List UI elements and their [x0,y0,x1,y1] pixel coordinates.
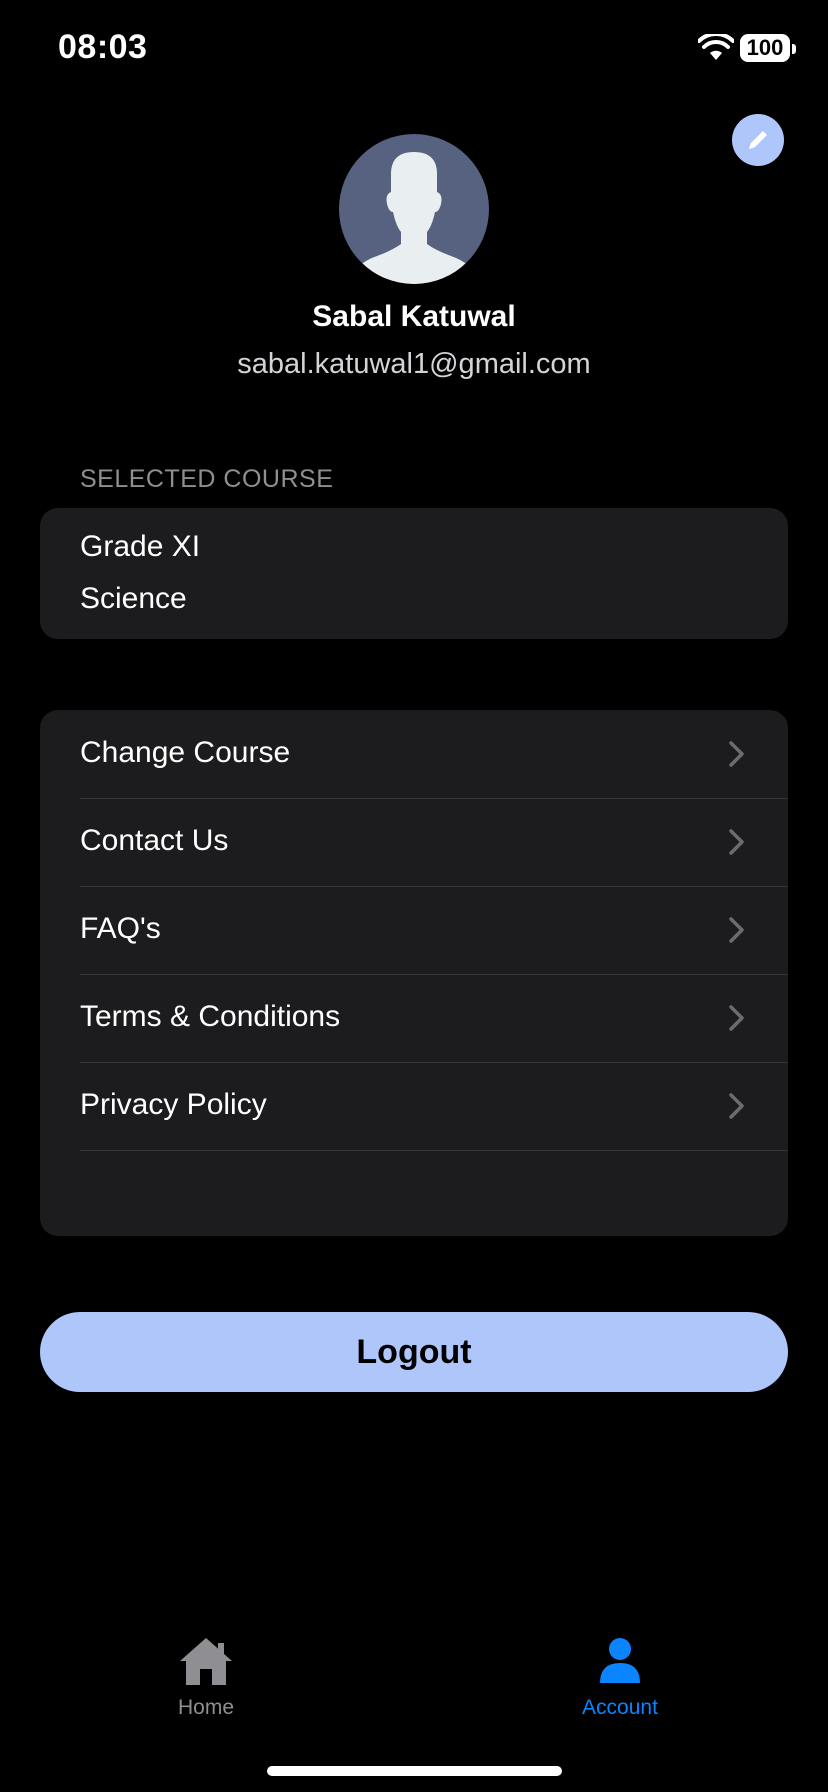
selected-course-card: Grade XI Science [40,508,788,639]
course-stream: Science [80,582,187,615]
menu-item-label: Privacy Policy [80,1088,267,1121]
battery-indicator: 100 [740,34,790,62]
chevron-right-icon [729,741,744,767]
chevron-right-icon [729,829,744,855]
profile-name: Sabal Katuwal [312,300,516,333]
person-icon [600,1638,640,1683]
menu-item-terms-conditions[interactable]: Terms & Conditions [40,974,788,1062]
course-grade: Grade XI [80,530,201,563]
logout-button[interactable]: Logout [40,1312,788,1392]
house-icon [180,1638,232,1685]
menu-item-change-course[interactable]: Change Course [40,710,788,798]
menu-item-contact-us[interactable]: Contact Us [40,798,788,886]
menu-item-label: Terms & Conditions [80,1000,341,1033]
menu-divider [80,1150,788,1151]
home-indicator [267,1766,562,1776]
wifi-icon [698,34,734,60]
tab-label: Home [177,1696,235,1719]
menu-item-label: Change Course [80,736,291,769]
chevron-right-icon [729,917,744,943]
pencil-icon [749,131,767,149]
battery-cap [792,44,796,54]
tab-account[interactable]: Account [520,1635,720,1720]
menu-item-label: Contact Us [80,824,229,857]
menu-item-faqs[interactable]: FAQ's [40,886,788,974]
tab-label: Account [582,1696,658,1719]
menu-item-label: FAQ's [80,912,161,945]
status-bar: 08:03 100 [0,0,828,100]
edit-profile-button[interactable] [732,114,784,166]
profile-email: sabal.katuwal1@gmail.com [237,348,591,380]
menu-item-privacy-policy[interactable]: Privacy Policy [40,1062,788,1150]
selected-course-heading: SELECTED COURSE [80,465,334,493]
avatar [339,134,489,284]
person-silhouette-icon [347,152,481,284]
tab-home[interactable]: Home [106,1635,306,1720]
settings-menu: Change Course Contact Us FAQ's Terms & C… [40,710,788,1236]
chevron-right-icon [729,1093,744,1119]
status-time: 08:03 [58,28,148,66]
chevron-right-icon [729,1005,744,1031]
